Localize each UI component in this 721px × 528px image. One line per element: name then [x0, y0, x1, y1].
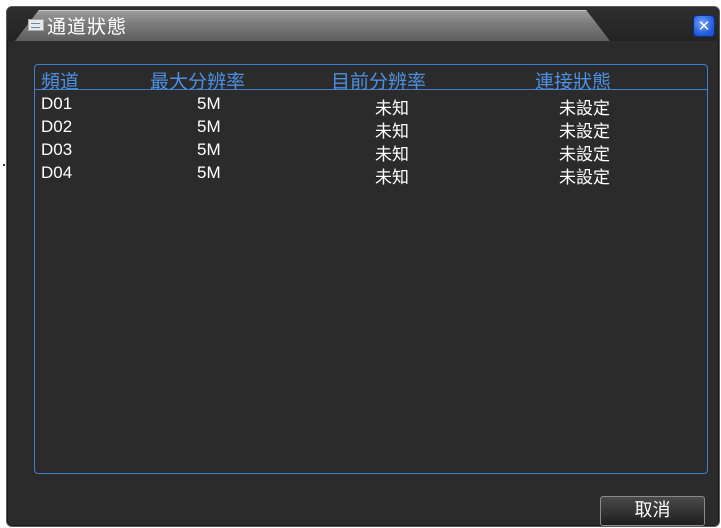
title-bar[interactable]: 通道狀態 ✕: [7, 7, 719, 41]
cell-max-resolution: 5M: [197, 163, 221, 182]
dialog-title: 通道狀態: [47, 16, 128, 38]
cell-channel: D04: [41, 163, 73, 182]
stray-mark: [3, 164, 5, 166]
cell-max-resolution: 5M: [197, 94, 221, 113]
cell-current-resolution: 未知: [375, 122, 409, 141]
cell-channel: D01: [41, 94, 73, 113]
window-list-icon: [28, 19, 44, 31]
header-current-resolution[interactable]: 目前分辨率: [331, 67, 426, 94]
table-row[interactable]: D01 5M 未知 未設定: [35, 94, 707, 118]
cell-max-resolution: 5M: [197, 140, 221, 159]
table-header: 頻道 最大分辨率 目前分辨率 連接狀態: [35, 67, 707, 93]
table-row[interactable]: D02 5M 未知 未設定: [35, 117, 707, 141]
cell-current-resolution: 未知: [375, 168, 409, 187]
cell-connection-status: 未設定: [559, 145, 610, 164]
cell-channel: D02: [41, 117, 73, 136]
header-max-resolution[interactable]: 最大分辨率: [150, 67, 245, 94]
cell-connection-status: 未設定: [559, 122, 610, 141]
cell-connection-status: 未設定: [559, 99, 610, 118]
table-row[interactable]: D04 5M 未知 未設定: [35, 163, 707, 187]
channel-status-dialog: 通道狀態 ✕ 頻道 最大分辨率 目前分辨率 連接狀態 D01 5M 未知 未設定…: [6, 6, 720, 527]
header-connection-status[interactable]: 連接狀態: [535, 67, 611, 94]
header-channel[interactable]: 頻道: [41, 67, 79, 94]
cell-max-resolution: 5M: [197, 117, 221, 136]
cancel-button[interactable]: 取消: [600, 496, 705, 526]
cell-connection-status: 未設定: [559, 168, 610, 187]
table-row[interactable]: D03 5M 未知 未設定: [35, 140, 707, 164]
cell-current-resolution: 未知: [375, 145, 409, 164]
cell-current-resolution: 未知: [375, 99, 409, 118]
close-icon[interactable]: ✕: [693, 15, 715, 37]
cell-channel: D03: [41, 140, 73, 159]
channel-list: 頻道 最大分辨率 目前分辨率 連接狀態 D01 5M 未知 未設定 D02 5M…: [34, 64, 708, 474]
